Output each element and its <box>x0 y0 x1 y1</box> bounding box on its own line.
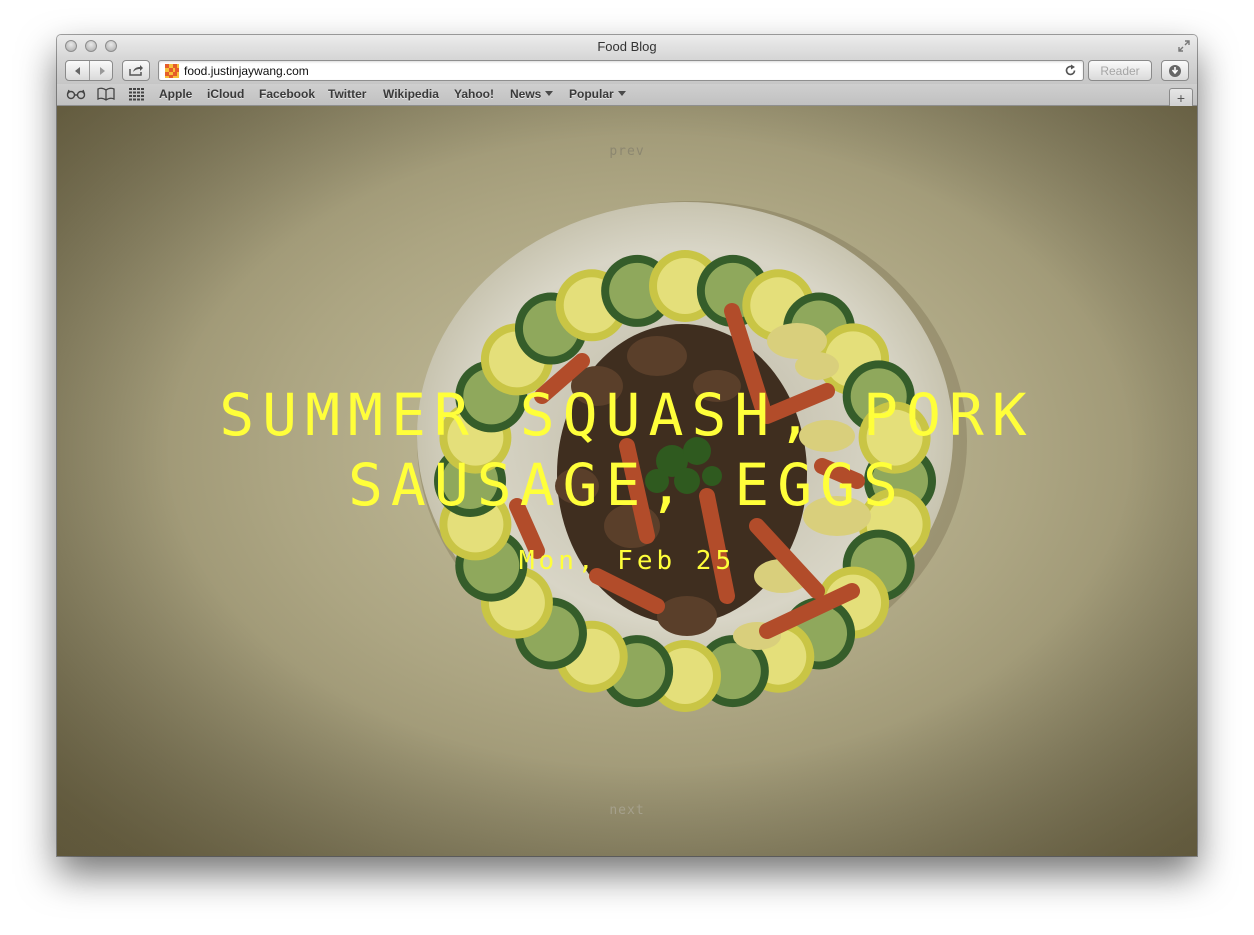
bookmark-folder-popular-label: Popular <box>569 87 614 101</box>
download-icon <box>1169 64 1181 77</box>
forward-button[interactable] <box>90 61 113 80</box>
bookmark-folder-news[interactable]: News <box>510 87 554 101</box>
back-forward-control <box>65 60 113 81</box>
fullscreen-icon[interactable] <box>1177 39 1191 53</box>
browser-window: Food Blog food.justinjaywang.com Reader … <box>57 35 1197 856</box>
bookmark-folder-popular[interactable]: Popular <box>569 87 626 101</box>
bookmarks-bar: Apple iCloud Facebook Twitter Wikipedia … <box>57 84 1197 106</box>
page-content: prev SUMMER SQUASH, PORK SAUSAGE, EGGS M… <box>57 106 1197 856</box>
chevron-down-icon <box>545 91 554 96</box>
next-link[interactable]: next <box>57 803 1197 818</box>
back-button[interactable] <box>66 61 90 80</box>
window-title: Food Blog <box>597 39 657 54</box>
reading-list-icon[interactable] <box>66 87 86 101</box>
bookmark-apple[interactable]: Apple <box>159 87 192 101</box>
site-favicon <box>165 64 179 78</box>
toolbar: food.justinjaywang.com Reader <box>57 58 1197 84</box>
plus-icon: + <box>1176 90 1186 106</box>
post-date: Mon, Feb 25 <box>518 546 736 576</box>
bookmark-twitter[interactable]: Twitter <box>328 87 366 101</box>
reload-icon[interactable] <box>1064 64 1077 77</box>
post-title: SUMMER SQUASH, PORK SAUSAGE, EGGS <box>219 381 1035 519</box>
bookmarks-book-icon[interactable] <box>96 87 116 101</box>
title-bar: Food Blog <box>57 35 1197 58</box>
address-bar[interactable]: food.justinjaywang.com <box>158 60 1084 81</box>
downloads-button[interactable] <box>1161 60 1189 81</box>
bookmark-folder-news-label: News <box>510 87 542 101</box>
chevron-down-icon <box>617 91 626 96</box>
reader-button[interactable]: Reader <box>1088 60 1152 81</box>
back-arrow-icon <box>74 66 80 75</box>
share-button[interactable] <box>122 60 150 81</box>
bookmark-icloud[interactable]: iCloud <box>207 87 244 101</box>
share-icon <box>129 65 143 76</box>
url-text: food.justinjaywang.com <box>184 64 309 78</box>
new-tab-button[interactable]: + <box>1169 88 1193 107</box>
prev-link[interactable]: prev <box>57 144 1197 159</box>
bookmark-wikipedia[interactable]: Wikipedia <box>383 87 439 101</box>
bookmark-yahoo[interactable]: Yahoo! <box>454 87 494 101</box>
bookmark-facebook[interactable]: Facebook <box>259 87 315 101</box>
top-sites-grid-icon[interactable] <box>127 87 147 101</box>
forward-arrow-icon <box>99 66 105 75</box>
